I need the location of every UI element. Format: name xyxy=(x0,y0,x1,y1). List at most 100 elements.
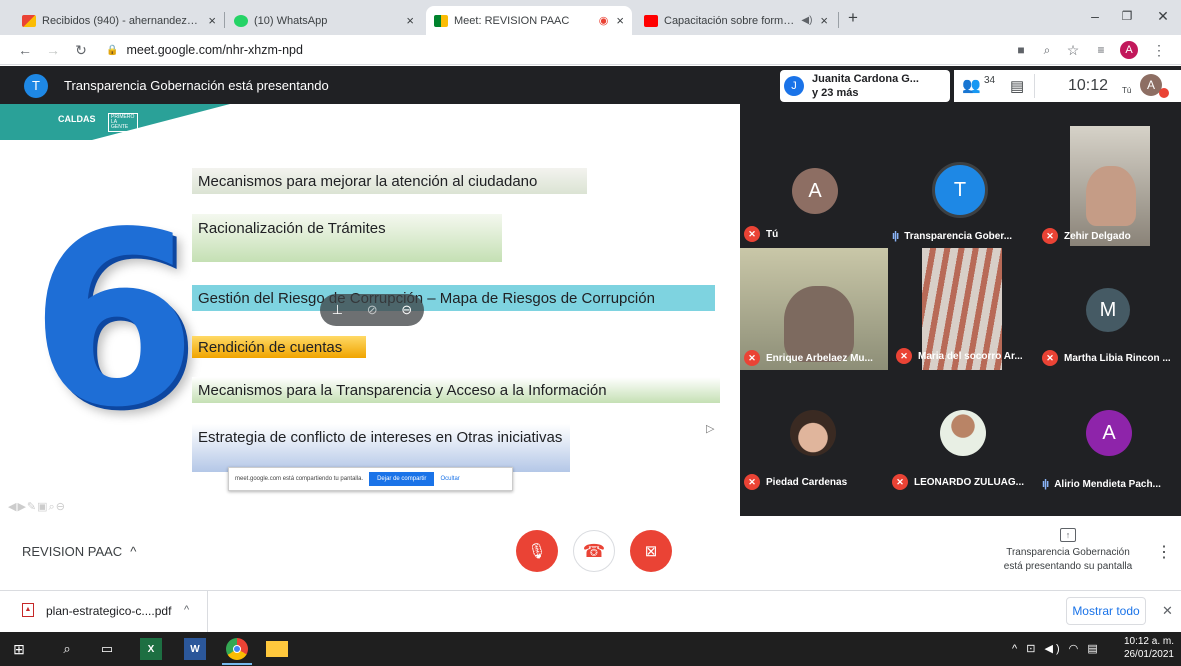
participant-avatar: A xyxy=(792,168,838,214)
presenting-note: Transparencia Gobernación está presentan… xyxy=(1003,547,1133,572)
file-explorer-icon[interactable] xyxy=(266,641,288,657)
excel-icon[interactable]: X xyxy=(140,638,162,660)
chat-icon[interactable]: ▤ xyxy=(1010,77,1024,95)
participant-name: Martha Libia Rincon ... xyxy=(1064,352,1171,364)
participant-tile[interactable]: ✕ Piedad Cardenas xyxy=(740,372,888,494)
mic-off-icon: ✕ xyxy=(892,474,908,490)
windows-start-icon[interactable]: ⊞ xyxy=(8,638,30,660)
caldas-badge: PRIMERO LA GENTE xyxy=(108,113,138,132)
participant-avatar: A xyxy=(1086,410,1132,456)
minimize-button[interactable]: – xyxy=(1080,4,1110,28)
reading-list-icon[interactable]: ≡ xyxy=(1092,41,1110,59)
system-tray-icons[interactable]: ^ ⊡ ◀) ◠ ▤ xyxy=(1012,642,1101,655)
close-window-button[interactable]: ✕ xyxy=(1148,4,1178,28)
restore-button[interactable]: ❐ xyxy=(1112,4,1142,28)
show-all-button[interactable]: Mostrar todo xyxy=(1066,597,1146,625)
participant-name: LEONARDO ZULUAG... xyxy=(914,476,1024,488)
word-icon[interactable]: W xyxy=(184,638,206,660)
hide-button[interactable]: Ocultar xyxy=(440,476,459,482)
whatsapp-icon xyxy=(234,14,248,27)
clock-time: 10:12 xyxy=(1068,77,1109,94)
participant-grid: A ✕ Tú T ı|ı Transparencia Gober... ✕ Zehir… xyxy=(740,104,1181,516)
browser-tab-bar: Recibidos (940) - ahernandez@g × (10) Wh… xyxy=(0,0,1181,35)
participant-tile[interactable]: ✕ Enrique Arbelaez Mu... xyxy=(740,248,888,370)
tab-gmail[interactable]: Recibidos (940) - ahernandez@g × xyxy=(14,6,224,35)
close-tab-icon[interactable]: × xyxy=(820,13,828,28)
mic-off-icon: ✕ xyxy=(744,474,760,490)
participant-avatar: M xyxy=(1086,288,1130,332)
tab-whatsapp[interactable]: (10) WhatsApp × xyxy=(226,6,422,35)
slide-item: Mecanismos para mejorar la atención al c… xyxy=(192,168,587,194)
presenter-avatar: T xyxy=(24,74,48,98)
more-options-icon[interactable]: ⋮ xyxy=(1156,542,1172,562)
download-filename: plan-estrategico-c....pdf xyxy=(46,604,172,618)
taskbar-clock[interactable]: 10:12 a. m. 26/01/2021 xyxy=(1118,635,1174,661)
omnibox[interactable]: 🔒 meet.google.com/nhr-xhzm-npd xyxy=(106,39,1006,61)
tab-youtube[interactable]: Capacitación sobre formulac ◀) × xyxy=(636,6,836,35)
tab-meet[interactable]: Meet: REVISION PAAC ◉ × xyxy=(426,6,632,35)
participant-name: Piedad Cardenas xyxy=(766,476,848,488)
participant-name: Maria del socorro Ar... xyxy=(918,350,1023,362)
chevron-up-icon: ^ xyxy=(130,544,137,559)
meeting-details-button[interactable]: REVISION PAAC ^ xyxy=(22,544,136,559)
speaking-icon: ı|ı xyxy=(1042,478,1049,490)
download-item[interactable]: ▲ plan-estrategico-c....pdf ^ xyxy=(0,591,208,632)
new-tab-button[interactable]: + xyxy=(848,8,858,28)
mic-off-icon: ✕ xyxy=(1042,228,1058,244)
speaking-icon: ı|ı xyxy=(892,230,899,242)
caldas-logo: CALDAS xyxy=(58,114,96,124)
remove-icon[interactable]: ⊖ xyxy=(401,302,412,318)
mute-icon[interactable]: ⊘ xyxy=(367,302,378,318)
present-icon[interactable]: ↑ xyxy=(1060,528,1076,542)
close-tab-icon[interactable]: × xyxy=(616,13,624,28)
taskbar-date: 26/01/2021 xyxy=(1123,649,1174,660)
slide-item: Estrategia de conflicto de intereses en … xyxy=(192,424,570,472)
participant-tile[interactable]: M ✕ Martha Libia Rincon ... xyxy=(1038,248,1181,370)
zoom-icon[interactable]: ⌕ xyxy=(1038,41,1056,59)
share-notice-bar: meet.google.com está compartiendo tu pan… xyxy=(228,467,513,491)
mic-toggle-button[interactable]: 🎙 xyxy=(516,530,558,572)
participant-tile[interactable]: ✕ LEONARDO ZULUAG... xyxy=(888,372,1038,494)
speaker-avatar: J xyxy=(784,76,804,96)
chrome-icon[interactable] xyxy=(226,638,248,660)
meet-bottom-bar: REVISION PAAC ^ 🎙 ☎ ⊠ ↑ Transparencia Go… xyxy=(0,516,1181,590)
bookmark-star-icon[interactable]: ☆ xyxy=(1064,41,1082,59)
participant-tile[interactable]: T ı|ı Transparencia Gober... xyxy=(888,126,1038,246)
back-icon[interactable]: ← xyxy=(14,40,36,60)
participant-tile[interactable]: A ✕ Tú xyxy=(740,126,888,246)
youtube-icon xyxy=(644,14,658,27)
participant-name: Alirio Mendieta Pach... xyxy=(1054,478,1161,490)
slide-nav-icons[interactable]: ◀▶✎▣⌕⊖ xyxy=(8,500,66,514)
slide-overlay-controls[interactable]: ⊥ ⊘ ⊖ xyxy=(320,294,424,326)
participant-photo xyxy=(790,410,836,456)
close-tab-icon[interactable]: × xyxy=(208,13,216,28)
people-icon[interactable]: 👥 xyxy=(962,76,981,94)
camera-icon[interactable]: ■ xyxy=(1012,41,1030,59)
participant-photo xyxy=(940,410,986,456)
search-icon[interactable]: ⌕ xyxy=(56,638,78,660)
participant-tile[interactable]: A ı|ı Alirio Mendieta Pach... xyxy=(1038,372,1181,494)
video-feed xyxy=(1086,166,1136,226)
recording-icon: ◉ xyxy=(598,15,609,27)
forward-icon[interactable]: → xyxy=(42,40,64,60)
task-view-icon[interactable]: ▭ xyxy=(96,638,118,660)
close-download-bar-icon[interactable]: ✕ xyxy=(1162,603,1173,619)
leave-call-button[interactable]: ☎ xyxy=(573,530,615,572)
slide-item: Rendición de cuentas xyxy=(192,336,366,358)
pin-icon[interactable]: ⊥ xyxy=(332,302,343,318)
camera-off-icon: ⊠ xyxy=(644,543,658,560)
slide-item: Racionalización de Trámites xyxy=(192,214,502,262)
stop-sharing-button[interactable]: Dejar de compartir xyxy=(369,472,435,486)
menu-kebab-icon[interactable]: ⋮ xyxy=(1150,41,1168,59)
chevron-up-icon[interactable]: ^ xyxy=(184,604,189,616)
close-tab-icon[interactable]: × xyxy=(406,13,414,28)
mic-off-icon: ✕ xyxy=(744,226,760,242)
pdf-file-icon: ▲ xyxy=(22,603,34,617)
mic-off-icon: ✕ xyxy=(896,348,912,364)
profile-avatar[interactable]: A xyxy=(1120,41,1138,59)
speaker-chip[interactable]: J Juanita Cardona G... y 23 más xyxy=(780,70,950,102)
reload-icon[interactable]: ↻ xyxy=(70,40,92,60)
camera-toggle-button[interactable]: ⊠ xyxy=(630,530,672,572)
participant-name: Tú xyxy=(766,228,779,240)
participant-count: 34 xyxy=(984,75,996,86)
